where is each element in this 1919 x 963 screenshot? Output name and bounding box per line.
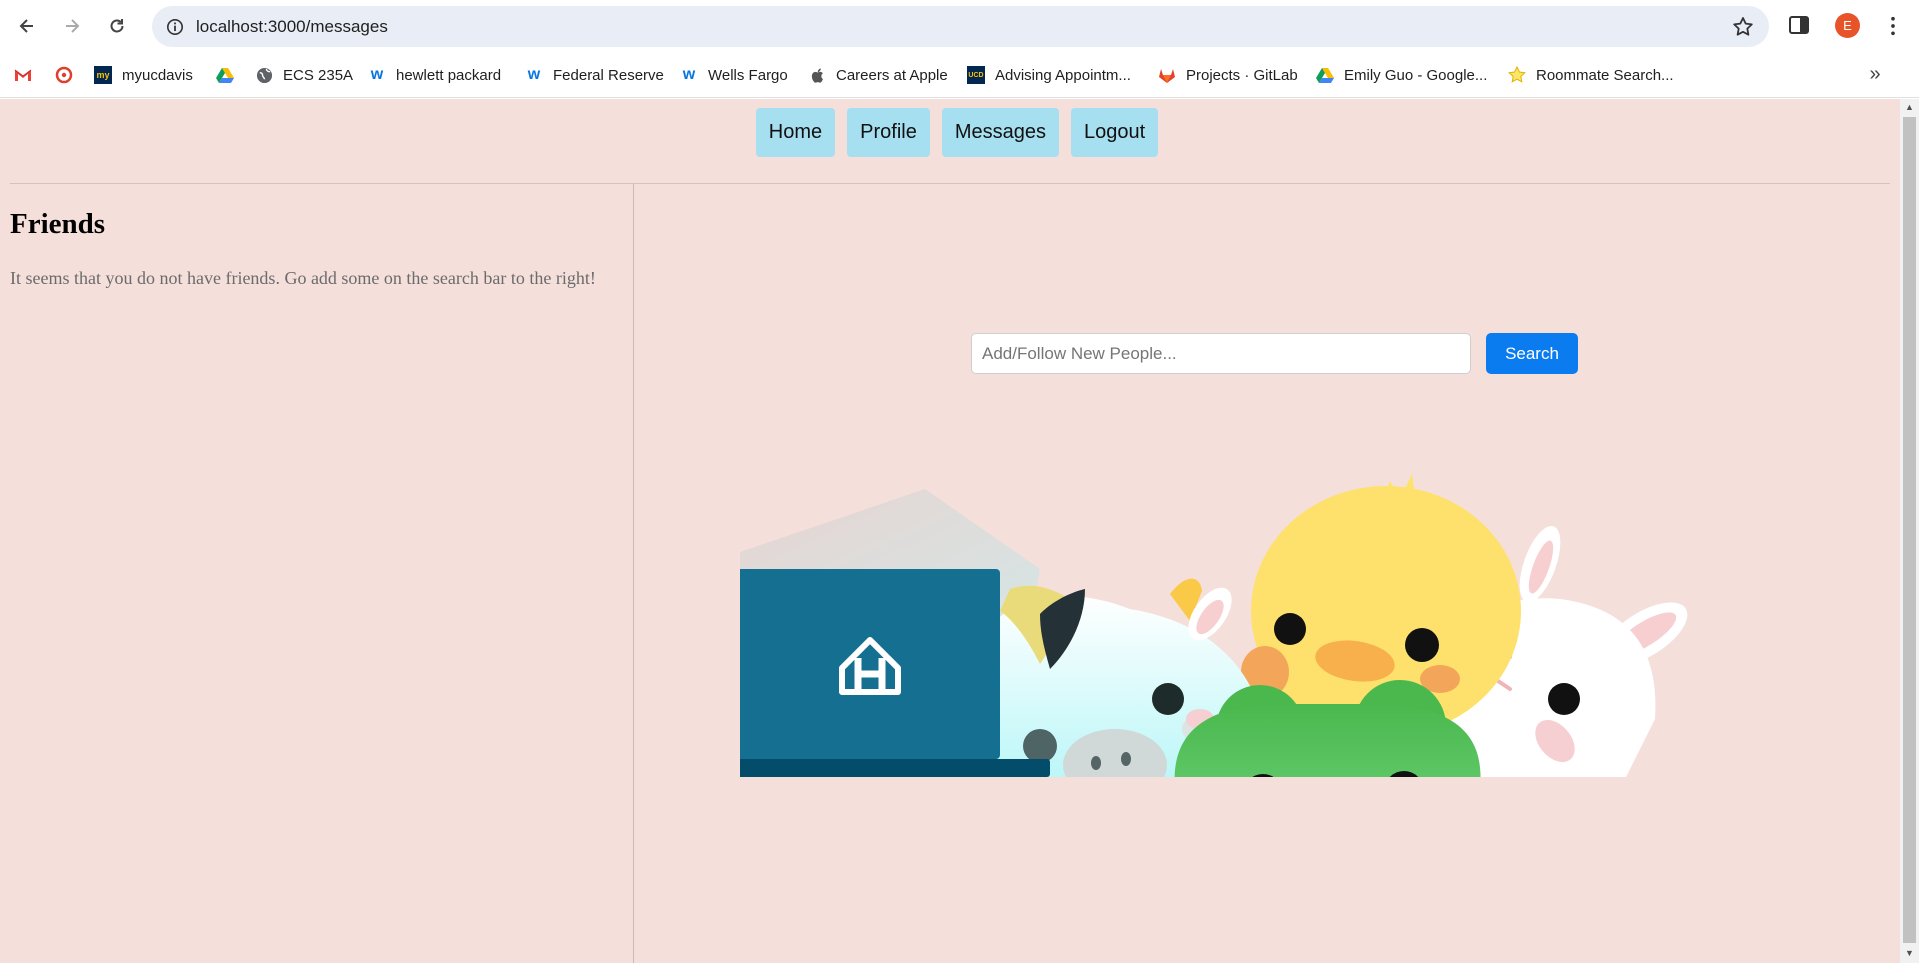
bookmark-careers-at-apple[interactable]: Careers at Apple — [808, 63, 948, 87]
workday-icon: w — [527, 66, 541, 83]
bookmark-gitlab-projects[interactable]: Projects · GitLab — [1158, 63, 1298, 87]
bookmark-roommate-search[interactable]: Roommate Search... — [1508, 63, 1674, 87]
url-text[interactable]: localhost:3000/messages — [196, 17, 388, 37]
side-panel-icon[interactable] — [1788, 14, 1810, 36]
search-button[interactable]: Search — [1486, 333, 1578, 374]
scroll-down-arrow-icon[interactable]: ▼ — [1904, 948, 1915, 959]
gmail-icon — [14, 66, 32, 84]
page-scrollbar[interactable]: ▲ ▼ — [1900, 99, 1919, 963]
animals-laptop-illustration — [740, 474, 1688, 777]
bookmark-emily-guo-drive[interactable]: Emily Guo - Google... — [1316, 63, 1487, 87]
reload-icon[interactable] — [100, 9, 134, 43]
bookmark-star-icon[interactable] — [1731, 15, 1755, 39]
friends-heading: Friends — [10, 208, 106, 240]
friends-empty-message: It seems that you do not have friends. G… — [10, 268, 596, 288]
nav-home-button[interactable]: Home — [755, 108, 836, 157]
nav-logout-button[interactable]: Logout — [1071, 108, 1159, 157]
google-drive-icon — [216, 66, 234, 84]
bookmarks-bar: my myucdavis ECS 235A w hewlett packard … — [0, 52, 1919, 98]
bookmark-federal-reserve[interactable]: w Federal Reserve — [525, 63, 664, 87]
browser-toolbar: localhost:3000/messages E — [0, 0, 1919, 52]
workday-icon: w — [370, 66, 384, 83]
site-info-icon[interactable] — [164, 16, 186, 38]
bookmark-canvas[interactable] — [55, 63, 83, 87]
add-follow-search-input[interactable] — [971, 333, 1471, 374]
bookmark-advising-appointments[interactable]: UCD Advising Appointm... — [967, 63, 1131, 87]
myucdavis-icon: my — [94, 66, 112, 84]
profile-avatar[interactable]: E — [1835, 13, 1860, 38]
more-bookmarks-icon[interactable]: » — [1862, 61, 1888, 87]
ucd-icon: UCD — [967, 66, 985, 84]
scroll-up-arrow-icon[interactable]: ▲ — [1904, 102, 1915, 113]
friends-panel: Friends It seems that you do not have fr… — [0, 184, 634, 963]
apple-icon — [808, 66, 826, 84]
nav-messages-button[interactable]: Messages — [941, 108, 1060, 157]
star-icon — [1508, 66, 1526, 84]
scrollbar-thumb[interactable] — [1903, 117, 1916, 943]
bookmark-wells-fargo[interactable]: w Wells Fargo — [680, 63, 788, 87]
page-viewport: Home Profile Messages Logout Friends It … — [0, 99, 1900, 963]
bookmark-hewlett-packard[interactable]: w hewlett packard — [368, 63, 501, 87]
bookmark-google-drive[interactable] — [216, 63, 244, 87]
google-drive-icon — [1316, 66, 1334, 84]
main-navigation: Home Profile Messages Logout — [0, 108, 1900, 157]
browser-menu-icon[interactable] — [1880, 13, 1906, 39]
globe-icon — [255, 66, 273, 84]
address-bar[interactable]: localhost:3000/messages — [152, 6, 1769, 47]
bookmark-ecs-235a[interactable]: ECS 235A — [255, 63, 353, 87]
bookmark-gmail[interactable] — [14, 63, 42, 87]
workday-icon: w — [682, 66, 696, 83]
gitlab-icon — [1158, 66, 1176, 84]
nav-profile-button[interactable]: Profile — [847, 108, 930, 157]
bookmark-myucdavis[interactable]: my myucdavis — [94, 63, 193, 87]
canvas-icon — [55, 66, 73, 84]
forward-icon[interactable] — [55, 9, 89, 43]
back-icon[interactable] — [10, 9, 44, 43]
